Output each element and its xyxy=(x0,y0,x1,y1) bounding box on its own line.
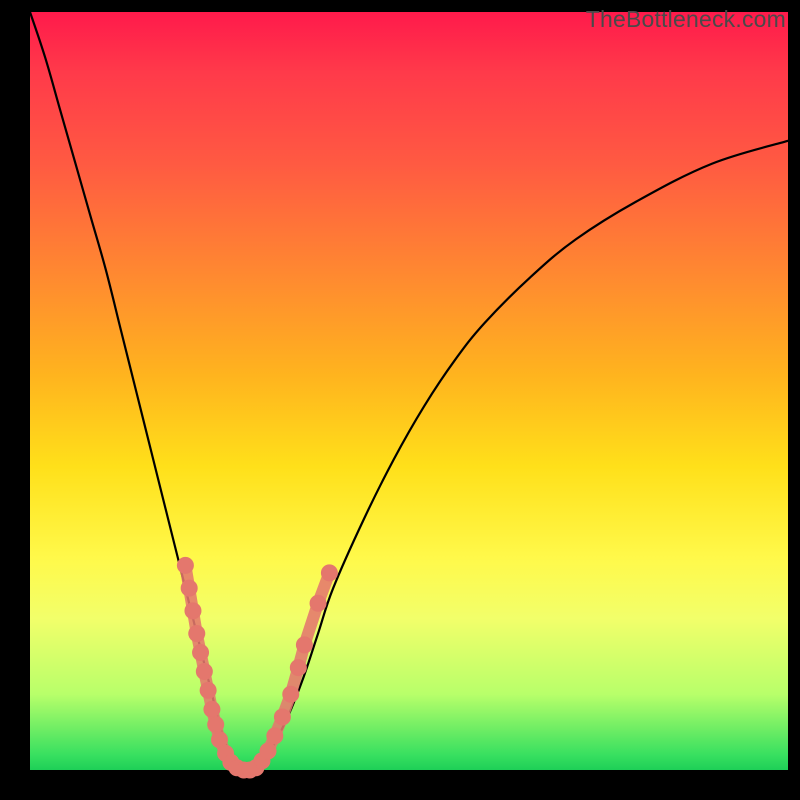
marker-dot xyxy=(267,728,283,744)
marker-dot xyxy=(193,645,209,661)
chart-frame: TheBottleneck.com xyxy=(0,0,800,800)
marker-dot xyxy=(208,717,224,733)
marker-dot xyxy=(200,682,216,698)
marker-dot xyxy=(296,637,312,653)
marker-dot xyxy=(283,686,299,702)
marker-dot xyxy=(290,660,306,676)
marker-dot xyxy=(204,701,220,717)
marker-dot xyxy=(185,603,201,619)
bottleneck-curve-svg xyxy=(30,12,788,770)
marker-dot xyxy=(321,565,337,581)
marker-dot xyxy=(260,743,276,759)
curve-markers xyxy=(177,557,337,778)
marker-dot xyxy=(274,709,290,725)
marker-dot xyxy=(196,663,212,679)
watermark-text: TheBottleneck.com xyxy=(586,6,786,33)
plot-area xyxy=(30,12,788,770)
marker-dot xyxy=(310,595,326,611)
curve-path xyxy=(30,12,788,771)
marker-dot xyxy=(189,626,205,642)
marker-dot xyxy=(177,557,193,573)
marker-dot xyxy=(181,580,197,596)
